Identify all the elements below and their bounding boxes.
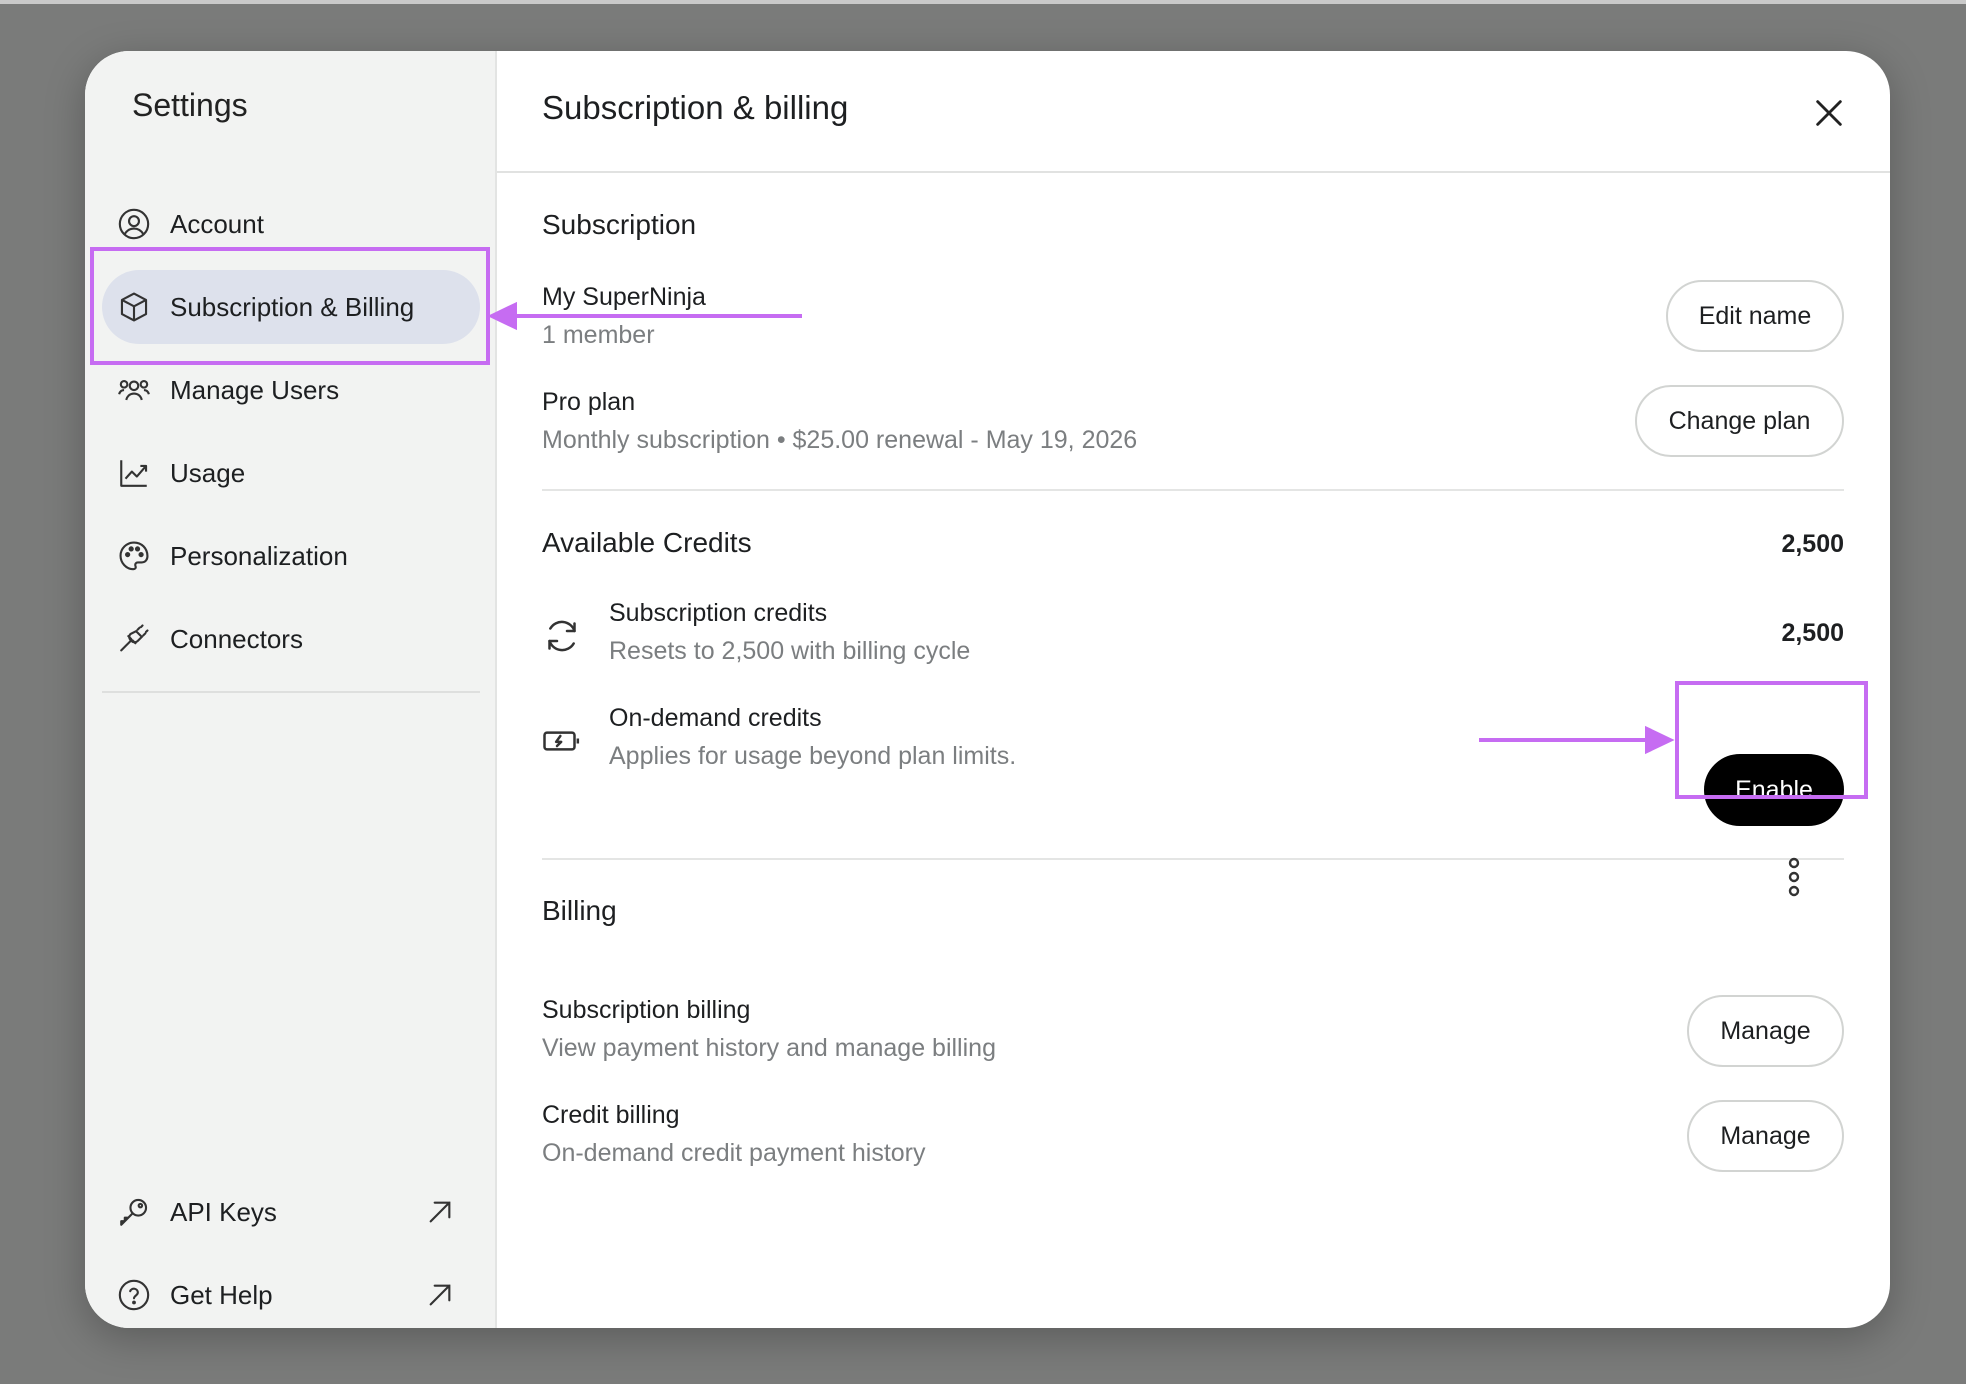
sidebar-item-label: API Keys	[170, 1196, 277, 1227]
plan-detail: Monthly subscription • $25.00 renewal - …	[542, 426, 1138, 454]
sidebar-item-label: Usage	[170, 457, 246, 488]
credit-billing-title: Credit billing	[542, 1101, 680, 1129]
section-divider	[542, 858, 1844, 860]
edit-name-button[interactable]: Edit name	[1666, 280, 1844, 352]
key-icon	[116, 1194, 152, 1230]
users-icon	[116, 372, 152, 408]
subscription-credits-desc: Resets to 2,500 with billing cycle	[609, 637, 971, 665]
plug-icon	[116, 621, 152, 657]
sidebar-title: Settings	[132, 87, 248, 123]
arrow-up-right-icon	[429, 1284, 451, 1306]
arrow-up-right-icon	[429, 1201, 451, 1223]
settings-modal: Settings Account Subscription & Billing …	[85, 51, 1890, 1328]
subscription-credits-value: 2,500	[1781, 619, 1844, 647]
refresh-icon	[548, 620, 576, 652]
manage-subscription-billing-button[interactable]: Manage	[1687, 995, 1844, 1067]
page-title: Subscription & billing	[542, 89, 849, 126]
subscription-name: My SuperNinja	[542, 283, 706, 311]
sidebar-item-label: Get Help	[170, 1279, 273, 1310]
subscription-credits-title: Subscription credits	[609, 599, 828, 627]
user-circle-icon	[116, 206, 152, 242]
more-vertical-icon[interactable]	[1784, 857, 1804, 897]
palette-icon	[116, 538, 152, 574]
billing-heading: Billing	[542, 895, 617, 926]
subscription-heading: Subscription	[542, 209, 697, 240]
sidebar-item-label: Manage Users	[170, 374, 340, 405]
sidebar-item-label: Personalization	[170, 540, 348, 571]
manage-credit-billing-button[interactable]: Manage	[1687, 1100, 1844, 1172]
close-icon[interactable]	[1812, 96, 1846, 130]
ondemand-credits-desc: Applies for usage beyond plan limits.	[609, 742, 1017, 770]
credit-billing-desc: On-demand credit payment history	[542, 1139, 926, 1167]
help-circle-icon	[116, 1277, 152, 1313]
sidebar-item-connectors[interactable]: Connectors	[102, 602, 480, 676]
subscription-billing-desc: View payment history and manage billing	[542, 1034, 996, 1062]
subscription-billing-title: Subscription billing	[542, 996, 751, 1024]
plan-name: Pro plan	[542, 388, 636, 416]
settings-sidebar: Settings Account Subscription & Billing …	[85, 51, 497, 1328]
section-divider	[542, 489, 1844, 491]
ondemand-credits-title: On-demand credits	[609, 704, 822, 732]
highlight-box-enable	[1675, 681, 1868, 799]
sidebar-item-usage[interactable]: Usage	[102, 436, 480, 510]
credits-heading: Available Credits	[542, 527, 752, 558]
panel-header: Subscription & billing	[497, 51, 1890, 173]
sidebar-item-api-keys[interactable]: API Keys	[102, 1175, 480, 1249]
highlight-box-nav	[90, 247, 490, 365]
sidebar-item-label: Account	[170, 208, 264, 239]
sidebar-item-personalization[interactable]: Personalization	[102, 519, 480, 593]
chart-line-icon	[116, 455, 152, 491]
member-count: 1 member	[542, 321, 655, 349]
credits-total: 2,500	[1781, 530, 1844, 558]
change-plan-button[interactable]: Change plan	[1635, 385, 1844, 457]
sidebar-item-label: Connectors	[170, 623, 303, 654]
battery-charging-icon	[543, 731, 580, 751]
sidebar-divider	[102, 691, 480, 693]
sidebar-item-get-help[interactable]: Get Help	[102, 1258, 480, 1328]
window-top-edge	[0, 0, 1966, 4]
